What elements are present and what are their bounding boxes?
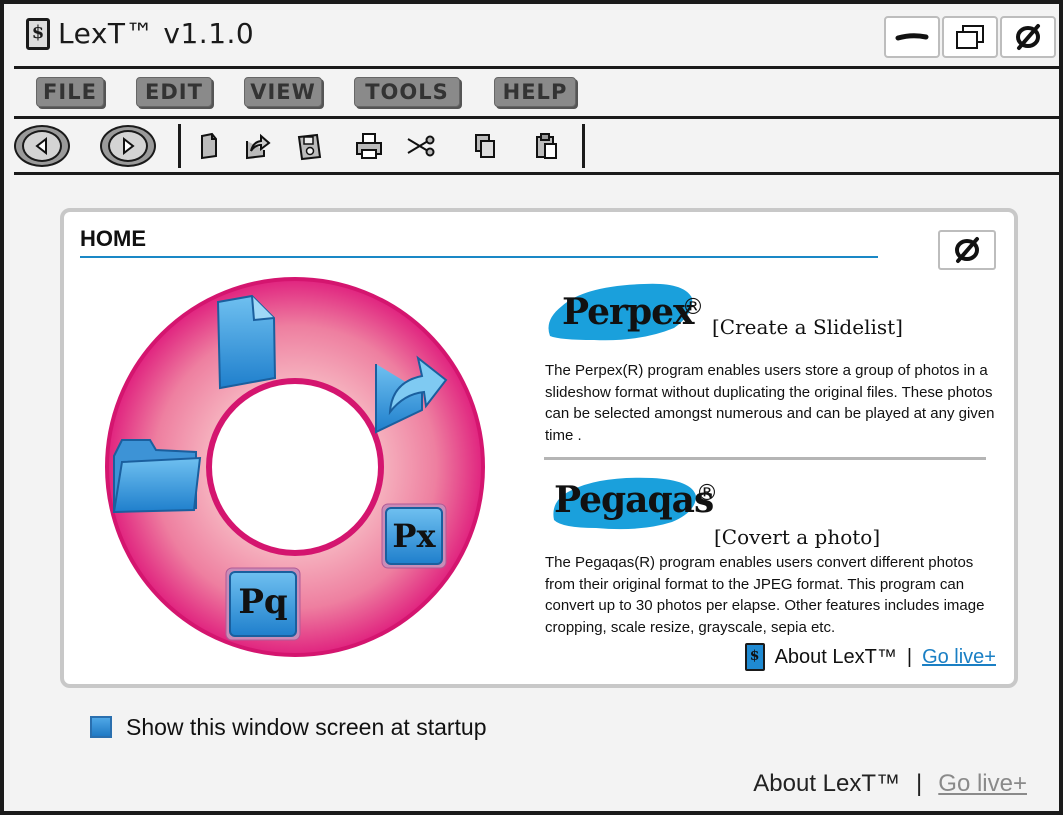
link-separator: | bbox=[906, 646, 913, 668]
back-button[interactable] bbox=[14, 125, 70, 167]
menu-edit[interactable]: EDIT bbox=[136, 77, 212, 107]
copy-icon[interactable] bbox=[470, 131, 500, 161]
maximize-icon bbox=[956, 25, 984, 49]
perpex-app-label: Px bbox=[392, 517, 436, 555]
home-panel: HOME Px Pq Perpex ® [Create a Slidelist]… bbox=[60, 208, 1018, 688]
maximize-button[interactable] bbox=[942, 16, 998, 58]
new-document-icon[interactable] bbox=[194, 131, 224, 161]
close-icon bbox=[1016, 24, 1040, 50]
startup-option[interactable]: Show this window screen at startup bbox=[90, 714, 487, 740]
app-wheel: Px Pq bbox=[105, 277, 485, 657]
print-icon[interactable] bbox=[354, 131, 384, 161]
pegaqas-app-icon[interactable]: Pq bbox=[225, 567, 301, 641]
link-separator: | bbox=[916, 770, 923, 797]
pegaqas-tagline[interactable]: [Covert a photo] bbox=[714, 524, 880, 550]
menu-help[interactable]: HELP bbox=[494, 77, 576, 107]
back-icon bbox=[35, 137, 47, 155]
pegaqas-app-label: Pq bbox=[238, 582, 287, 622]
app-window: $ LexT™ v1.1.0 FILE EDIT VIEW TOOLS HELP bbox=[0, 0, 1063, 815]
panel-title: HOME bbox=[80, 226, 146, 251]
divider bbox=[14, 116, 1059, 119]
title-underline bbox=[80, 256, 878, 258]
bottom-links: About LexT™ | Go live+ bbox=[753, 768, 1027, 800]
about-lext-link[interactable]: About LexT™ bbox=[775, 644, 897, 670]
go-live-link[interactable]: Go live+ bbox=[922, 644, 996, 670]
minimize-button[interactable] bbox=[884, 16, 940, 58]
menu-view[interactable]: VIEW bbox=[244, 77, 322, 107]
divider bbox=[14, 66, 1059, 69]
forward-button[interactable] bbox=[100, 125, 156, 167]
toolbar-separator bbox=[178, 124, 181, 168]
about-lext-link-bottom[interactable]: About LexT™ bbox=[753, 768, 900, 800]
paste-icon[interactable] bbox=[532, 131, 562, 161]
share-icon[interactable] bbox=[242, 131, 272, 161]
toolbar-separator bbox=[582, 124, 585, 168]
toolbar bbox=[4, 120, 1059, 172]
menu-file[interactable]: FILE bbox=[36, 77, 104, 107]
pegaqas-description: The Pegaqas(R) program enables users con… bbox=[545, 554, 985, 636]
startup-checkbox[interactable] bbox=[90, 716, 112, 738]
perpex-brand-name: Perpex bbox=[562, 291, 695, 333]
close-button[interactable] bbox=[1000, 16, 1056, 58]
app-title: LexT™ v1.1.0 bbox=[58, 17, 255, 50]
panel-footer: $ About LexT™ | Go live+ bbox=[744, 642, 996, 672]
perpex-app-icon[interactable]: Px bbox=[381, 503, 447, 569]
title-bar: $ LexT™ v1.1.0 bbox=[4, 4, 1059, 66]
perpex-registered-mark: ® bbox=[682, 295, 704, 320]
product-separator bbox=[544, 457, 986, 460]
divider bbox=[14, 172, 1059, 175]
minimize-icon bbox=[895, 33, 929, 41]
perpex-tagline[interactable]: [Create a Slidelist] bbox=[712, 314, 903, 340]
folder-icon[interactable] bbox=[112, 439, 202, 514]
lext-logo-icon: $ bbox=[744, 643, 765, 671]
pegaqas-brand-name: Pegaqas bbox=[554, 479, 714, 521]
menu-bar: FILE EDIT VIEW TOOLS HELP bbox=[4, 70, 1059, 116]
perpex-description: The Perpex(R) program enables users stor… bbox=[545, 362, 995, 444]
pegaqas-registered-mark: ® bbox=[696, 481, 718, 506]
document-icon[interactable] bbox=[216, 294, 277, 390]
cut-icon[interactable] bbox=[406, 131, 436, 161]
save-icon[interactable] bbox=[294, 131, 324, 161]
app-logo-icon: $ bbox=[26, 18, 50, 50]
forward-icon bbox=[123, 137, 135, 155]
panel-close-button[interactable] bbox=[938, 230, 996, 270]
startup-label: Show this window screen at startup bbox=[126, 714, 487, 740]
menu-tools[interactable]: TOOLS bbox=[354, 77, 460, 107]
go-live-link-bottom[interactable]: Go live+ bbox=[938, 768, 1027, 800]
close-icon bbox=[955, 237, 979, 263]
